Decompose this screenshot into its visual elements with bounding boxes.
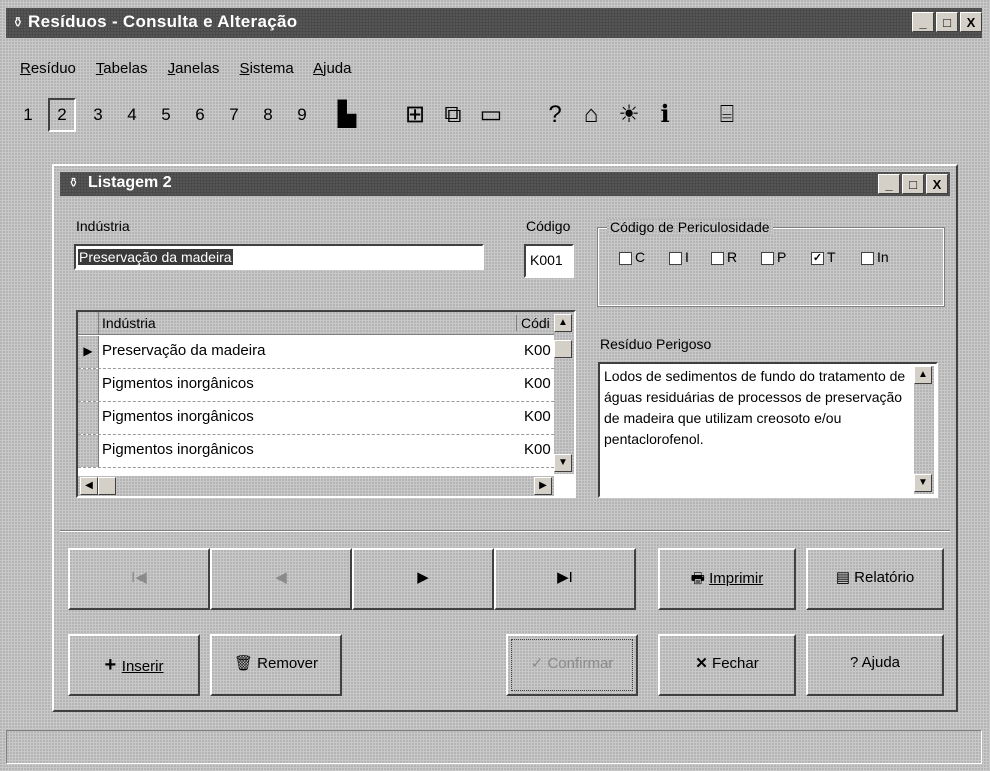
table-row[interactable]: Pigmentos inorgânicos K00 xyxy=(78,369,574,402)
hint-icon[interactable]: ☀ xyxy=(610,96,648,134)
exit-icon[interactable]: ⌸ xyxy=(708,96,746,134)
child-close-button[interactable]: X xyxy=(926,174,948,194)
child-maximize-button[interactable]: □ xyxy=(902,174,924,194)
help-icon[interactable]: ? xyxy=(536,96,574,134)
close-button[interactable]: X xyxy=(960,12,982,32)
maximize-button[interactable]: □ xyxy=(936,12,958,32)
codigo-field[interactable]: K001 xyxy=(524,244,574,278)
prev-record-button[interactable]: ◀ xyxy=(210,548,352,610)
industria-value: Preservação da madeira xyxy=(78,249,233,265)
menu-janelas[interactable]: Janelas xyxy=(168,60,220,77)
scroll-left-icon[interactable]: ◀ xyxy=(80,477,98,495)
scroll-hthumb[interactable] xyxy=(98,477,116,495)
close-x-icon: ✕ xyxy=(695,655,713,672)
current-row-arrow-icon: ▶ xyxy=(78,336,99,368)
grid-header-codigo[interactable]: Códi xyxy=(516,315,550,331)
table-row[interactable]: Pigmentos inorgânicos K00 xyxy=(78,402,574,435)
main-window: ⚱ Resíduos - Consulta e Alteração _ □ X … xyxy=(0,0,990,771)
remover-button[interactable]: 🗑 Remover xyxy=(210,634,342,696)
toolbar-button-8[interactable]: 8 xyxy=(254,98,282,132)
search-help-icon[interactable]: ⌂ xyxy=(572,96,610,134)
inserir-button[interactable]: + Inserir xyxy=(68,634,200,696)
industria-label: Indústria xyxy=(76,218,130,234)
status-bar xyxy=(6,730,982,764)
info-icon[interactable]: ℹ xyxy=(646,96,684,134)
toolbar-button-1[interactable]: 1 xyxy=(14,98,42,132)
chart-icon[interactable]: ▙ xyxy=(328,96,366,134)
residuo-text: Lodos de sedimentos de fundo do tratamen… xyxy=(604,368,906,447)
question-icon: ? xyxy=(849,654,862,671)
relatorio-button[interactable]: ▤ Relatório xyxy=(806,548,944,610)
memo-scroll-up-icon[interactable]: ▲ xyxy=(914,366,932,384)
table-row[interactable]: ▶ Preservação da madeira K00 xyxy=(78,336,574,369)
residuo-label: Resíduo Perigoso xyxy=(600,336,712,352)
child-window-icon: ⚱ xyxy=(68,175,79,190)
scroll-up-icon[interactable]: ▲ xyxy=(554,314,572,332)
trash-icon: 🗑 xyxy=(233,655,258,672)
industria-field[interactable]: Preservação da madeira xyxy=(74,244,484,270)
minimize-button[interactable]: _ xyxy=(912,12,934,32)
checkbox-i[interactable]: I xyxy=(669,249,689,265)
periculosidade-group: Código de Periculosidade C I R P ✓ T In xyxy=(597,219,945,307)
fechar-button[interactable]: ✕ Fechar xyxy=(658,634,796,696)
memo-scroll-down-icon[interactable]: ▼ xyxy=(914,474,932,492)
table-row[interactable]: Pigmentos inorgânicos K00 xyxy=(78,435,574,468)
menu-residuo[interactable]: Resíduo xyxy=(20,60,76,77)
check-icon: ✓ xyxy=(530,655,548,672)
menu-ajuda[interactable]: Ajuda xyxy=(313,60,351,77)
window-title: Resíduos - Consulta e Alteração xyxy=(28,12,298,31)
checkbox-p[interactable]: P xyxy=(761,249,786,265)
grid-horizontal-scrollbar[interactable]: ◀ ▶ xyxy=(78,476,554,496)
industria-grid[interactable]: Indústria Códi ▶ Preservação da madeira … xyxy=(76,310,576,498)
last-record-button[interactable]: ▶I xyxy=(494,548,636,610)
plus-icon: + xyxy=(104,654,122,676)
checkbox-r[interactable]: R xyxy=(711,249,737,265)
child-minimize-button[interactable]: _ xyxy=(878,174,900,194)
scroll-thumb[interactable] xyxy=(554,340,572,358)
listagem-window: ⚱ Listagem 2 _ □ X Indústria Preservação… xyxy=(52,164,958,712)
child-window-title: Listagem 2 xyxy=(88,174,172,191)
grid-vertical-scrollbar[interactable]: ▲ ▼ xyxy=(554,314,574,474)
residuo-memo[interactable]: Lodos de sedimentos de fundo do tratamen… xyxy=(598,362,938,498)
checkmark-icon: ✓ xyxy=(811,251,824,265)
grid-icon[interactable]: ⊞ xyxy=(396,96,434,134)
imprimir-button[interactable]: 🖶 Imprimir xyxy=(658,548,796,610)
toolbar-button-5[interactable]: 5 xyxy=(152,98,180,132)
window-icon[interactable]: ▭ xyxy=(472,96,510,134)
grid-header-industria[interactable]: Indústria xyxy=(102,315,156,331)
menu-bar: Resíduo Tabelas Janelas Sistema Ajuda xyxy=(20,60,367,82)
next-record-button[interactable]: ▶ xyxy=(352,548,494,610)
toolbar-button-2[interactable]: 2 xyxy=(48,98,76,132)
form-icon[interactable]: ⧉ xyxy=(434,96,472,134)
toolbar-button-3[interactable]: 3 xyxy=(84,98,112,132)
app-icon: ⚱ xyxy=(12,14,24,30)
codigo-label: Código xyxy=(526,218,571,234)
memo-scrollbar[interactable]: ▲ ▼ xyxy=(914,366,934,494)
checkbox-c[interactable]: C xyxy=(619,249,645,265)
toolbar-button-6[interactable]: 6 xyxy=(186,98,214,132)
separator xyxy=(60,530,950,532)
child-title-bar: ⚱ Listagem 2 _ □ X xyxy=(60,172,950,196)
title-bar: ⚱ Resíduos - Consulta e Alteração _ □ X xyxy=(6,8,982,38)
grid-header: Indústria Códi xyxy=(78,312,574,335)
periculosidade-title: Código de Periculosidade xyxy=(607,219,773,235)
ajuda-button[interactable]: ? Ajuda xyxy=(806,634,944,696)
first-record-button[interactable]: I◀ xyxy=(68,548,210,610)
scroll-right-icon[interactable]: ▶ xyxy=(534,477,552,495)
scroll-down-icon[interactable]: ▼ xyxy=(554,454,572,472)
toolbar-button-9[interactable]: 9 xyxy=(288,98,316,132)
confirmar-button[interactable]: ✓ Confirmar xyxy=(506,634,638,696)
report-icon: ▤ xyxy=(835,569,855,586)
checkbox-t[interactable]: ✓ T xyxy=(811,249,836,265)
printer-icon: 🖶 xyxy=(690,570,710,587)
menu-tabelas[interactable]: Tabelas xyxy=(96,60,148,77)
toolbar-button-7[interactable]: 7 xyxy=(220,98,248,132)
menu-sistema[interactable]: Sistema xyxy=(240,60,294,77)
toolbar-button-4[interactable]: 4 xyxy=(118,98,146,132)
checkbox-in[interactable]: In xyxy=(861,249,889,265)
